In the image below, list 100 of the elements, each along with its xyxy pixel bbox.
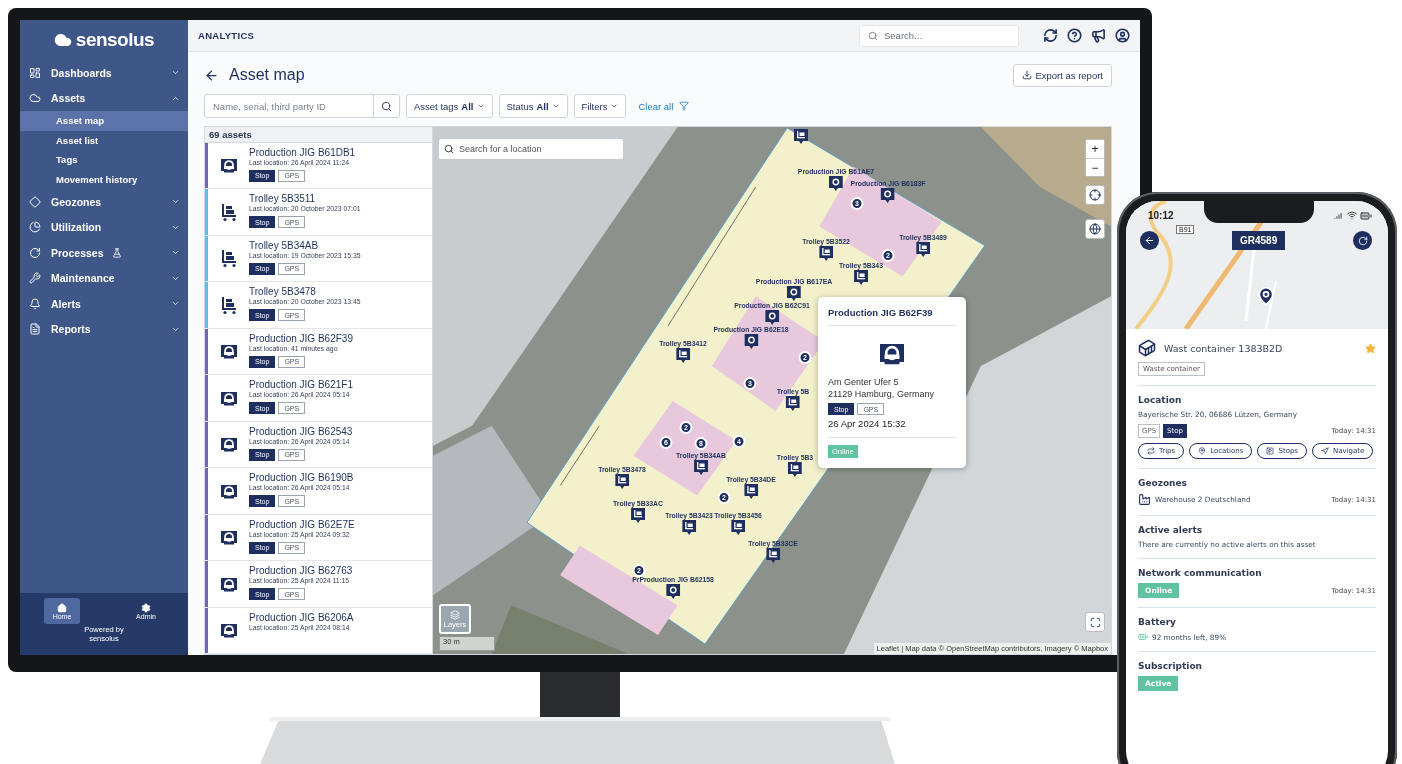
fullscreen-icon — [1089, 616, 1101, 628]
trolley-marker-icon[interactable] — [694, 460, 708, 475]
asset-name: Production JIG B621F1 — [249, 379, 353, 390]
asset-name: Trolley 5B3478 — [249, 286, 317, 297]
search-icon — [868, 30, 878, 41]
nav-label: Geozones — [51, 195, 102, 208]
nav-item[interactable]: Utilization — [20, 214, 188, 240]
asset-name: Production JIG B6190B — [249, 472, 354, 483]
popup-title: Production JIG B62F39 — [828, 307, 956, 326]
chevron-icon — [610, 102, 619, 110]
trolley-marker-icon[interactable] — [819, 246, 833, 261]
asset-code: GR4589 — [1232, 231, 1286, 250]
trolley-marker-icon[interactable] — [631, 508, 645, 523]
nav-label: Dashboards — [51, 66, 112, 79]
fullscreen-button[interactable] — [1085, 612, 1105, 632]
jig-marker-icon[interactable] — [881, 188, 895, 203]
nav-subitem[interactable]: Movement history — [20, 169, 188, 189]
asset-name: Wast container 1383B2D — [1164, 342, 1284, 354]
megaphone-icon[interactable] — [1091, 28, 1106, 43]
location-search-field[interactable]: Search for a location — [439, 139, 623, 159]
zoom-out-button[interactable]: − — [1086, 158, 1104, 176]
nav-label: Reports — [51, 323, 91, 336]
dashboard-icon — [29, 66, 41, 79]
export-button[interactable]: Export as report — [1013, 63, 1112, 87]
pin-icon — [1198, 447, 1207, 455]
pie-chart-icon — [29, 221, 41, 234]
logo-icon — [53, 31, 72, 49]
globe-button[interactable] — [1085, 219, 1105, 239]
nav-item[interactable]: Alerts — [20, 291, 188, 317]
factory-icon — [1138, 493, 1151, 506]
asset-name: Production JIG B61DB1 — [249, 146, 356, 158]
wifi-icon — [1347, 210, 1357, 220]
filter-dropdown[interactable]: Filters — [573, 94, 627, 118]
filter-settings-icon[interactable] — [679, 101, 690, 111]
trolley-marker-icon[interactable] — [854, 270, 868, 285]
trolley-marker-icon[interactable] — [788, 462, 802, 477]
search-icon[interactable] — [381, 100, 392, 112]
trolley-marker-icon[interactable] — [916, 242, 930, 257]
trolley-icon — [219, 294, 239, 315]
nav-label: Maintenance — [51, 272, 115, 285]
nav-item[interactable]: Dashboards — [20, 60, 188, 86]
nav-item[interactable]: Maintenance — [20, 265, 188, 291]
battery-icon — [1360, 210, 1372, 222]
section-title: Network communication — [1138, 568, 1263, 578]
section-title: Geozones — [1138, 478, 1188, 488]
document-icon — [29, 323, 41, 336]
section-title: Active alerts — [1138, 525, 1204, 535]
asset-search-field[interactable]: Name, serial, third party ID — [204, 94, 400, 118]
trolley-marker-icon[interactable] — [766, 548, 780, 563]
chevron-icon — [551, 102, 560, 110]
jig-marker-icon[interactable] — [744, 334, 758, 349]
filter-dropdown[interactable]: Status All — [498, 94, 568, 118]
nav-label: Alerts — [51, 297, 81, 310]
nav-subitem[interactable]: Tags — [20, 150, 188, 170]
section-title: Subscription — [1138, 661, 1203, 671]
nav-item[interactable]: Geozones — [20, 189, 188, 215]
jig-marker-icon[interactable] — [829, 176, 843, 191]
locate-button[interactable] — [1085, 185, 1105, 205]
layers-icon — [450, 609, 460, 620]
jig-marker-icon[interactable] — [666, 584, 680, 599]
tools-icon — [29, 272, 41, 285]
clear-all-link[interactable]: Clear all — [638, 100, 674, 112]
nav-item[interactable]: Reports — [20, 316, 188, 342]
filter-dropdown[interactable]: Asset tags All — [406, 94, 493, 118]
jig-marker-icon[interactable] — [765, 310, 779, 325]
star-icon[interactable] — [1365, 342, 1376, 354]
refresh-button[interactable] — [1353, 231, 1372, 250]
chevron-icon — [476, 102, 485, 110]
battery-icon — [1138, 632, 1148, 642]
trolley-marker-icon[interactable] — [731, 520, 745, 535]
nav-subitem[interactable]: Asset list — [20, 130, 188, 150]
section-title: Battery — [1138, 617, 1177, 627]
user-icon[interactable] — [1115, 28, 1130, 43]
nav-item[interactable]: Assets — [20, 85, 188, 111]
trolley-marker-icon[interactable] — [794, 129, 808, 144]
back-button[interactable] — [1140, 231, 1159, 250]
refresh-icon — [29, 246, 41, 259]
popup-time: 26 Apr 2024 15:32 — [828, 415, 956, 438]
diamond-icon — [29, 195, 41, 208]
container-icon — [1138, 339, 1156, 357]
logo-text: sensolus — [75, 29, 155, 51]
asset-name: Trolley 5B34AB — [249, 239, 320, 251]
trolley-marker-icon[interactable] — [786, 396, 800, 411]
trolley-marker-icon[interactable] — [615, 474, 629, 489]
parking-icon — [1266, 447, 1275, 455]
trolley-icon — [219, 248, 239, 269]
trolley-marker-icon[interactable] — [676, 348, 690, 363]
help-icon[interactable] — [1067, 28, 1082, 43]
trolley-marker-icon[interactable] — [744, 484, 758, 499]
refresh-icon[interactable] — [1043, 28, 1058, 43]
home-icon — [57, 602, 67, 613]
trolley-marker-icon[interactable] — [682, 520, 696, 535]
settings-icon — [141, 602, 151, 613]
nav-item[interactable]: Processes — [20, 240, 188, 266]
jig-marker-icon[interactable] — [787, 286, 801, 301]
trolley-icon — [219, 201, 239, 222]
global-search-field[interactable]: Search... — [859, 24, 1019, 47]
nav-subitem[interactable]: Asset map — [20, 111, 188, 131]
nav-label: Utilization — [51, 221, 102, 234]
asset-name: Production JIG B62F39 — [249, 332, 353, 344]
